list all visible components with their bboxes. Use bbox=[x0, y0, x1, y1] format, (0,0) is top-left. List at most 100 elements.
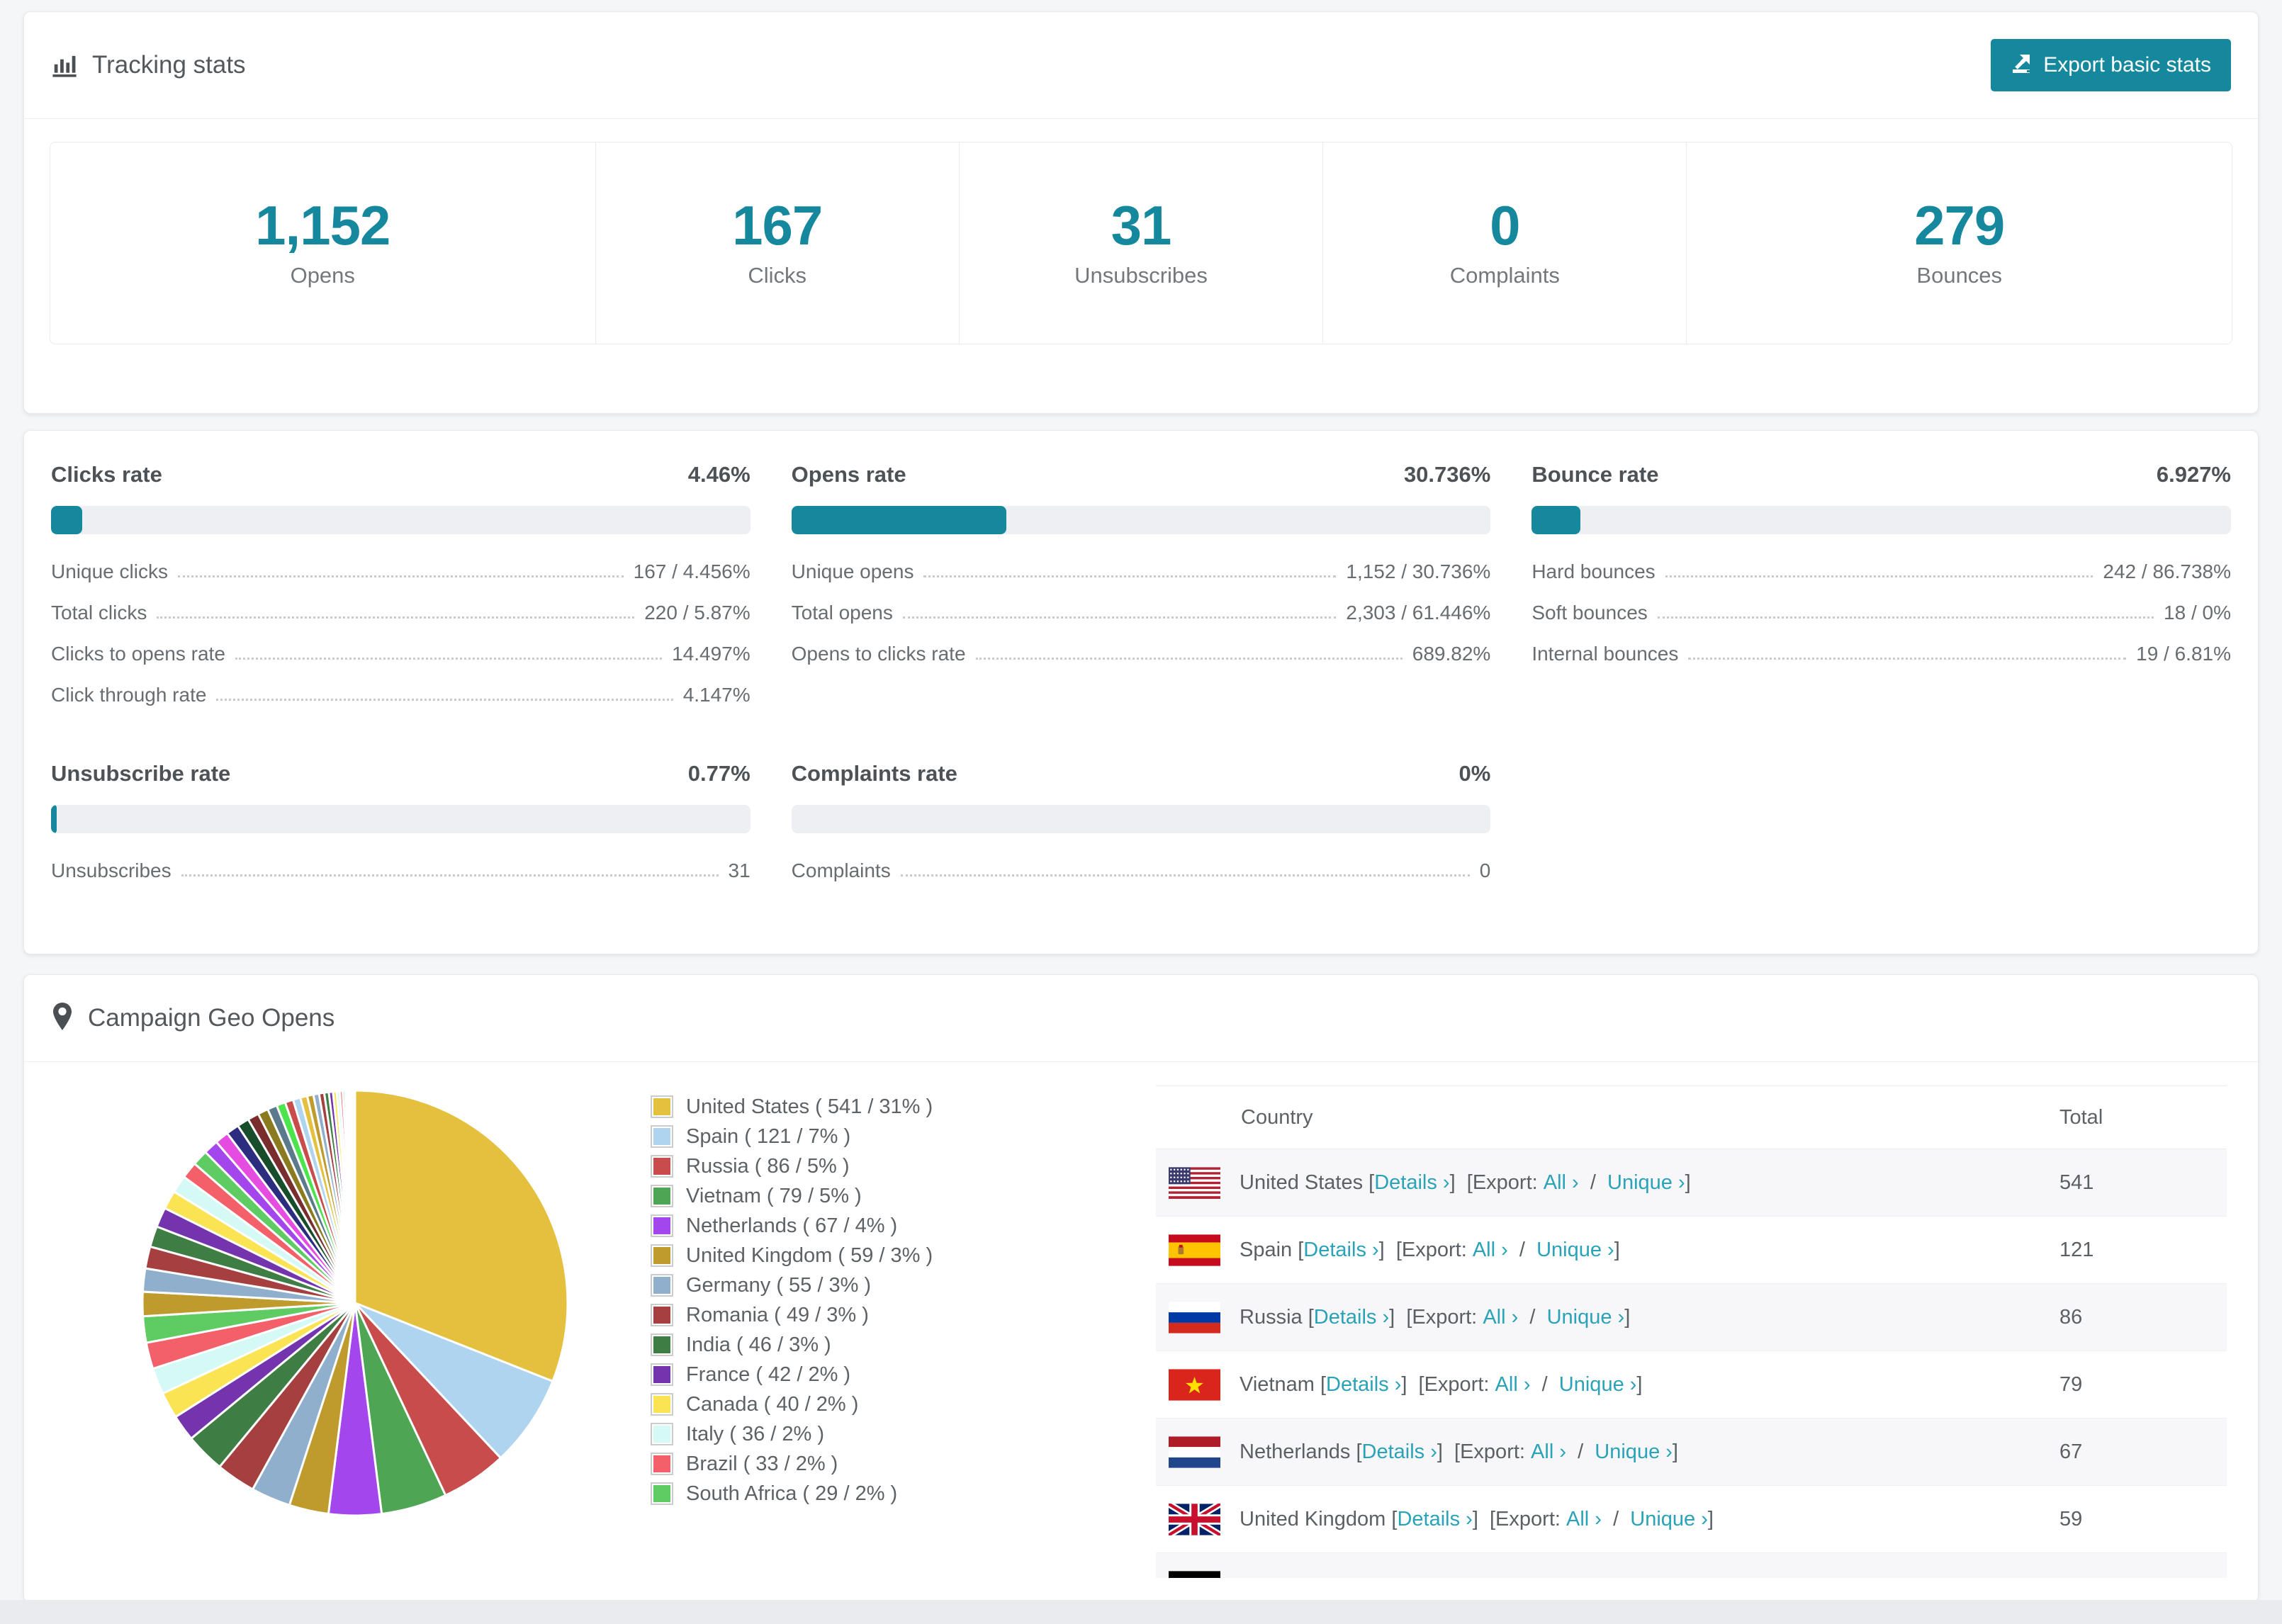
table-row-gb: United Kingdom [Details ›] [Export: All … bbox=[1156, 1486, 2227, 1553]
stat-box-clicks: 167 Clicks bbox=[595, 142, 959, 344]
legend-item-italy[interactable]: Italy ( 36 / 2% ) bbox=[651, 1419, 933, 1449]
tracking-stats-title: Tracking stats bbox=[51, 51, 246, 79]
rate-percent: 4.46% bbox=[687, 462, 751, 487]
legend-item-united-kingdom[interactable]: United Kingdom ( 59 / 3% ) bbox=[651, 1241, 933, 1270]
rate-row-value: 242 / 86.738% bbox=[2103, 560, 2231, 582]
rate-row-label: Clicks to opens rate bbox=[51, 643, 225, 665]
legend-label: Netherlands ( 67 / 4% ) bbox=[686, 1214, 898, 1237]
flag-vn-icon bbox=[1169, 1368, 1220, 1401]
country-total: 121 bbox=[2059, 1238, 2094, 1261]
table-header-row: Country Total bbox=[1156, 1086, 2227, 1149]
geo-opens-pie-chart bbox=[135, 1083, 575, 1523]
legend-swatch bbox=[651, 1423, 673, 1445]
legend-swatch bbox=[651, 1155, 673, 1178]
legend-label: Brazil ( 33 / 2% ) bbox=[686, 1452, 838, 1475]
rate-section-complaints-rate: Complaints rate 0% Complaints 0 bbox=[791, 761, 1491, 900]
stat-value: 0 bbox=[1490, 194, 1520, 256]
tracking-stats-header: Tracking stats Export basic stats bbox=[24, 12, 2258, 119]
stat-label: Unsubscribes bbox=[1074, 263, 1208, 288]
rate-percent: 6.927% bbox=[2156, 462, 2231, 487]
map-pin-icon bbox=[51, 1002, 74, 1035]
details-link[interactable]: Details › bbox=[1335, 1575, 1410, 1579]
dotted-leader bbox=[900, 874, 1470, 876]
export-unique-link[interactable]: Unique › bbox=[1568, 1575, 1646, 1579]
legend-label: United States ( 541 / 31% ) bbox=[686, 1095, 933, 1118]
export-unique-link[interactable]: Unique › bbox=[1559, 1373, 1637, 1396]
export-all-link[interactable]: All › bbox=[1544, 1171, 1579, 1194]
legend-label: France ( 42 / 2% ) bbox=[686, 1363, 851, 1386]
legend-item-united-states[interactable]: United States ( 541 / 31% ) bbox=[651, 1092, 933, 1122]
rate-row-label: Soft bounces bbox=[1531, 602, 1648, 624]
rate-detail-row: Hard bounces 242 / 86.738% bbox=[1531, 560, 2231, 584]
page-bottom-band bbox=[0, 1600, 2282, 1624]
legend-item-brazil[interactable]: Brazil ( 33 / 2% ) bbox=[651, 1449, 933, 1479]
export-unique-link[interactable]: Unique › bbox=[1595, 1440, 1673, 1463]
export-all-link[interactable]: All › bbox=[1483, 1306, 1518, 1329]
dotted-leader bbox=[975, 658, 1403, 660]
legend-item-france[interactable]: France ( 42 / 2% ) bbox=[651, 1360, 933, 1389]
rate-row-value: 1,152 / 30.736% bbox=[1346, 560, 1491, 582]
flag-ru-icon bbox=[1169, 1301, 1220, 1333]
rate-row-label: Complaints bbox=[791, 859, 891, 881]
rate-row-label: Internal bounces bbox=[1531, 643, 1679, 665]
dotted-leader bbox=[1688, 658, 2127, 660]
legend-label: United Kingdom ( 59 / 3% ) bbox=[686, 1244, 933, 1267]
rate-row-label: Unique clicks bbox=[51, 560, 168, 582]
table-row-ru: Russia [Details ›] [Export: All › / Uniq… bbox=[1156, 1284, 2227, 1351]
details-link[interactable]: Details › bbox=[1362, 1440, 1437, 1463]
country-total: 67 bbox=[2059, 1440, 2083, 1463]
details-link[interactable]: Details › bbox=[1326, 1373, 1401, 1396]
details-link[interactable]: Details › bbox=[1303, 1239, 1378, 1261]
tracking-stats-card: Tracking stats Export basic stats 1,152 … bbox=[23, 11, 2259, 414]
export-unique-link[interactable]: Unique › bbox=[1607, 1171, 1685, 1194]
legend-item-germany[interactable]: Germany ( 55 / 3% ) bbox=[651, 1270, 933, 1300]
legend-item-south-africa[interactable]: South Africa ( 29 / 2% ) bbox=[651, 1479, 933, 1509]
legend-item-india[interactable]: India ( 46 / 3% ) bbox=[651, 1330, 933, 1360]
export-basic-stats-button[interactable]: Export basic stats bbox=[1991, 39, 2231, 91]
rate-row-label: Unsubscribes bbox=[51, 859, 172, 881]
geo-country-table: Country Total United States [Details ›] … bbox=[1156, 1086, 2227, 1578]
legend-item-russia[interactable]: Russia ( 86 / 5% ) bbox=[651, 1151, 933, 1181]
dotted-leader bbox=[181, 874, 719, 876]
progress-bar-fill bbox=[791, 506, 1006, 534]
details-link[interactable]: Details › bbox=[1374, 1171, 1449, 1194]
legend-item-spain[interactable]: Spain ( 121 / 7% ) bbox=[651, 1122, 933, 1151]
legend-label: South Africa ( 29 / 2% ) bbox=[686, 1482, 898, 1505]
export-all-link[interactable]: All › bbox=[1505, 1575, 1540, 1579]
rate-detail-row: Internal bounces 19 / 6.81% bbox=[1531, 642, 2231, 666]
legend-item-vietnam[interactable]: Vietnam ( 79 / 5% ) bbox=[651, 1181, 933, 1211]
rate-detail-row: Unique clicks 167 / 4.456% bbox=[51, 560, 751, 584]
country-name: Spain bbox=[1240, 1238, 1293, 1261]
export-unique-link[interactable]: Unique › bbox=[1630, 1508, 1708, 1530]
details-link[interactable]: Details › bbox=[1314, 1306, 1389, 1329]
progress-bar bbox=[1531, 506, 2231, 534]
export-all-link[interactable]: All › bbox=[1566, 1508, 1602, 1530]
stat-label: Bounces bbox=[1916, 263, 2003, 288]
geo-card-header: Campaign Geo Opens bbox=[24, 975, 2258, 1062]
export-unique-link[interactable]: Unique › bbox=[1547, 1306, 1625, 1329]
details-link[interactable]: Details › bbox=[1397, 1508, 1472, 1530]
export-all-link[interactable]: All › bbox=[1531, 1440, 1566, 1463]
legend-label: Russia ( 86 / 5% ) bbox=[686, 1154, 850, 1178]
legend-item-canada[interactable]: Canada ( 40 / 2% ) bbox=[651, 1389, 933, 1419]
export-all-link[interactable]: All › bbox=[1473, 1239, 1508, 1261]
dotted-leader bbox=[1657, 616, 2154, 619]
legend-item-netherlands[interactable]: Netherlands ( 67 / 4% ) bbox=[651, 1211, 933, 1241]
rate-row-label: Total opens bbox=[791, 602, 893, 624]
progress-bar bbox=[51, 506, 751, 534]
rate-detail-row: Clicks to opens rate 14.497% bbox=[51, 642, 751, 666]
country-name: Vietnam bbox=[1240, 1372, 1315, 1396]
legend-swatch bbox=[651, 1453, 673, 1475]
legend-item-romania[interactable]: Romania ( 49 / 3% ) bbox=[651, 1300, 933, 1330]
rate-row-label: Hard bounces bbox=[1531, 560, 1656, 582]
export-unique-link[interactable]: Unique › bbox=[1536, 1239, 1614, 1261]
export-all-link[interactable]: All › bbox=[1495, 1373, 1531, 1396]
country-total: 55 bbox=[2059, 1575, 2227, 1579]
rate-detail-row: Total clicks 220 / 5.87% bbox=[51, 601, 751, 625]
dotted-leader bbox=[216, 699, 673, 701]
legend-label: Romania ( 49 / 3% ) bbox=[686, 1303, 869, 1326]
column-header-country: Country bbox=[1241, 1105, 1313, 1129]
flag-gb-icon bbox=[1169, 1503, 1220, 1535]
legend-swatch bbox=[651, 1333, 673, 1356]
rates-card: Clicks rate 4.46% Unique clicks 167 / 4.… bbox=[23, 430, 2259, 954]
